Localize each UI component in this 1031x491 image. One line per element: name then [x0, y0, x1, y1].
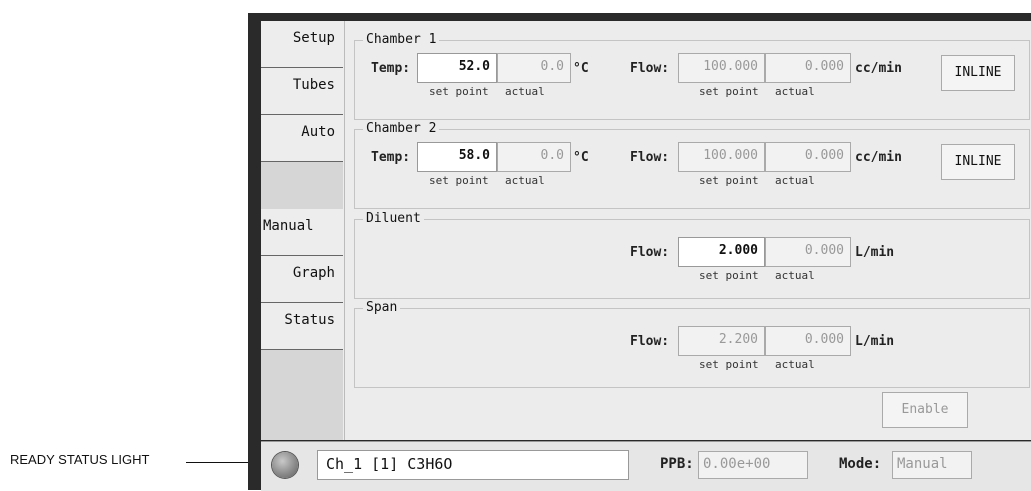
- span-flow-actual: 0.000: [765, 326, 851, 356]
- chamber1-flow-label: Flow:: [630, 61, 670, 76]
- enable-button[interactable]: Enable: [882, 392, 968, 428]
- chamber1-temp-actual: 0.0: [497, 53, 571, 83]
- chamber2-temp-setpoint[interactable]: 58.0: [417, 142, 497, 172]
- tab-manual[interactable]: Manual: [261, 209, 343, 256]
- diluent-flow-actual: 0.000: [765, 237, 851, 267]
- chamber1-temp-unit: °C: [573, 61, 589, 76]
- chamber2-temp-cap-setpoint: set point: [429, 174, 489, 187]
- ppb-label: PPB:: [660, 456, 694, 472]
- tab-setup[interactable]: Setup: [261, 21, 343, 68]
- mode-label: Mode:: [839, 456, 882, 472]
- chamber1-flow-actual: 0.000: [765, 53, 851, 83]
- ready-status-light-icon: [272, 452, 298, 478]
- chamber1-flow-cap-actual: actual: [775, 85, 815, 98]
- span-flow-unit: L/min: [855, 334, 895, 349]
- chamber1-temp-label: Temp:: [371, 61, 411, 76]
- span-flow-label: Flow:: [630, 334, 670, 349]
- chamber2-flow-cap-actual: actual: [775, 174, 815, 187]
- chamber1-inline-button[interactable]: INLINE: [941, 55, 1015, 91]
- chamber1-temp-cap-setpoint: set point: [429, 85, 489, 98]
- channel-display: Ch_1 [1] C3H6O: [317, 450, 629, 480]
- chamber2-temp-cap-actual: actual: [505, 174, 545, 187]
- tab-tubes[interactable]: Tubes: [261, 68, 343, 115]
- chamber1-flow-unit: cc/min: [855, 61, 902, 76]
- span-flow-setpoint[interactable]: 2.200: [678, 326, 765, 356]
- diluent-group: Diluent Flow: 2.000 0.000 L/min set poin…: [354, 211, 1030, 299]
- diluent-title: Diluent: [363, 211, 424, 226]
- app-window: Setup Tubes Auto Manual Graph Status Cha…: [248, 13, 1031, 491]
- tab-graph[interactable]: Graph: [261, 256, 343, 303]
- chamber2-title: Chamber 2: [363, 121, 440, 136]
- ppb-value: 0.00e+00: [698, 451, 808, 479]
- diluent-flow-label: Flow:: [630, 245, 670, 260]
- chamber2-temp-label: Temp:: [371, 150, 411, 165]
- manual-content: Chamber 1 Temp: 52.0 0.0 °C set point ac…: [344, 21, 1031, 440]
- chamber1-temp-setpoint[interactable]: 52.0: [417, 53, 497, 83]
- chamber2-inline-button[interactable]: INLINE: [941, 144, 1015, 180]
- span-cap-actual: actual: [775, 358, 815, 371]
- status-bar: Ch_1 [1] C3H6O PPB: 0.00e+00 Mode: Manua…: [261, 441, 1031, 491]
- ready-status-light-callout: READY STATUS LIGHT: [10, 452, 150, 467]
- chamber1-title: Chamber 1: [363, 32, 440, 47]
- diluent-flow-setpoint[interactable]: 2.000: [678, 237, 765, 267]
- diluent-cap-actual: actual: [775, 269, 815, 282]
- chamber2-temp-actual: 0.0: [497, 142, 571, 172]
- span-group: Span Flow: 2.200 0.000 L/min set point a…: [354, 300, 1030, 388]
- chamber1-flow-setpoint[interactable]: 100.000: [678, 53, 765, 83]
- chamber2-flow-actual: 0.000: [765, 142, 851, 172]
- chamber2-flow-unit: cc/min: [855, 150, 902, 165]
- mode-value: Manual: [892, 451, 972, 479]
- sidebar: Setup Tubes Auto Manual Graph Status: [261, 21, 343, 440]
- chamber1-temp-cap-actual: actual: [505, 85, 545, 98]
- chamber2-flow-label: Flow:: [630, 150, 670, 165]
- chamber2-flow-setpoint[interactable]: 100.000: [678, 142, 765, 172]
- tab-auto[interactable]: Auto: [261, 115, 343, 162]
- diluent-flow-unit: L/min: [855, 245, 895, 260]
- diluent-cap-setpoint: set point: [699, 269, 759, 282]
- chamber1-group: Chamber 1 Temp: 52.0 0.0 °C set point ac…: [354, 32, 1030, 120]
- tab-status[interactable]: Status: [261, 303, 343, 350]
- span-title: Span: [363, 300, 401, 315]
- chamber1-flow-cap-setpoint: set point: [699, 85, 759, 98]
- chamber2-temp-unit: °C: [573, 150, 589, 165]
- chamber2-group: Chamber 2 Temp: 58.0 0.0 °C set point ac…: [354, 121, 1030, 209]
- main-panel: Setup Tubes Auto Manual Graph Status Cha…: [261, 21, 1031, 440]
- chamber2-flow-cap-setpoint: set point: [699, 174, 759, 187]
- span-cap-setpoint: set point: [699, 358, 759, 371]
